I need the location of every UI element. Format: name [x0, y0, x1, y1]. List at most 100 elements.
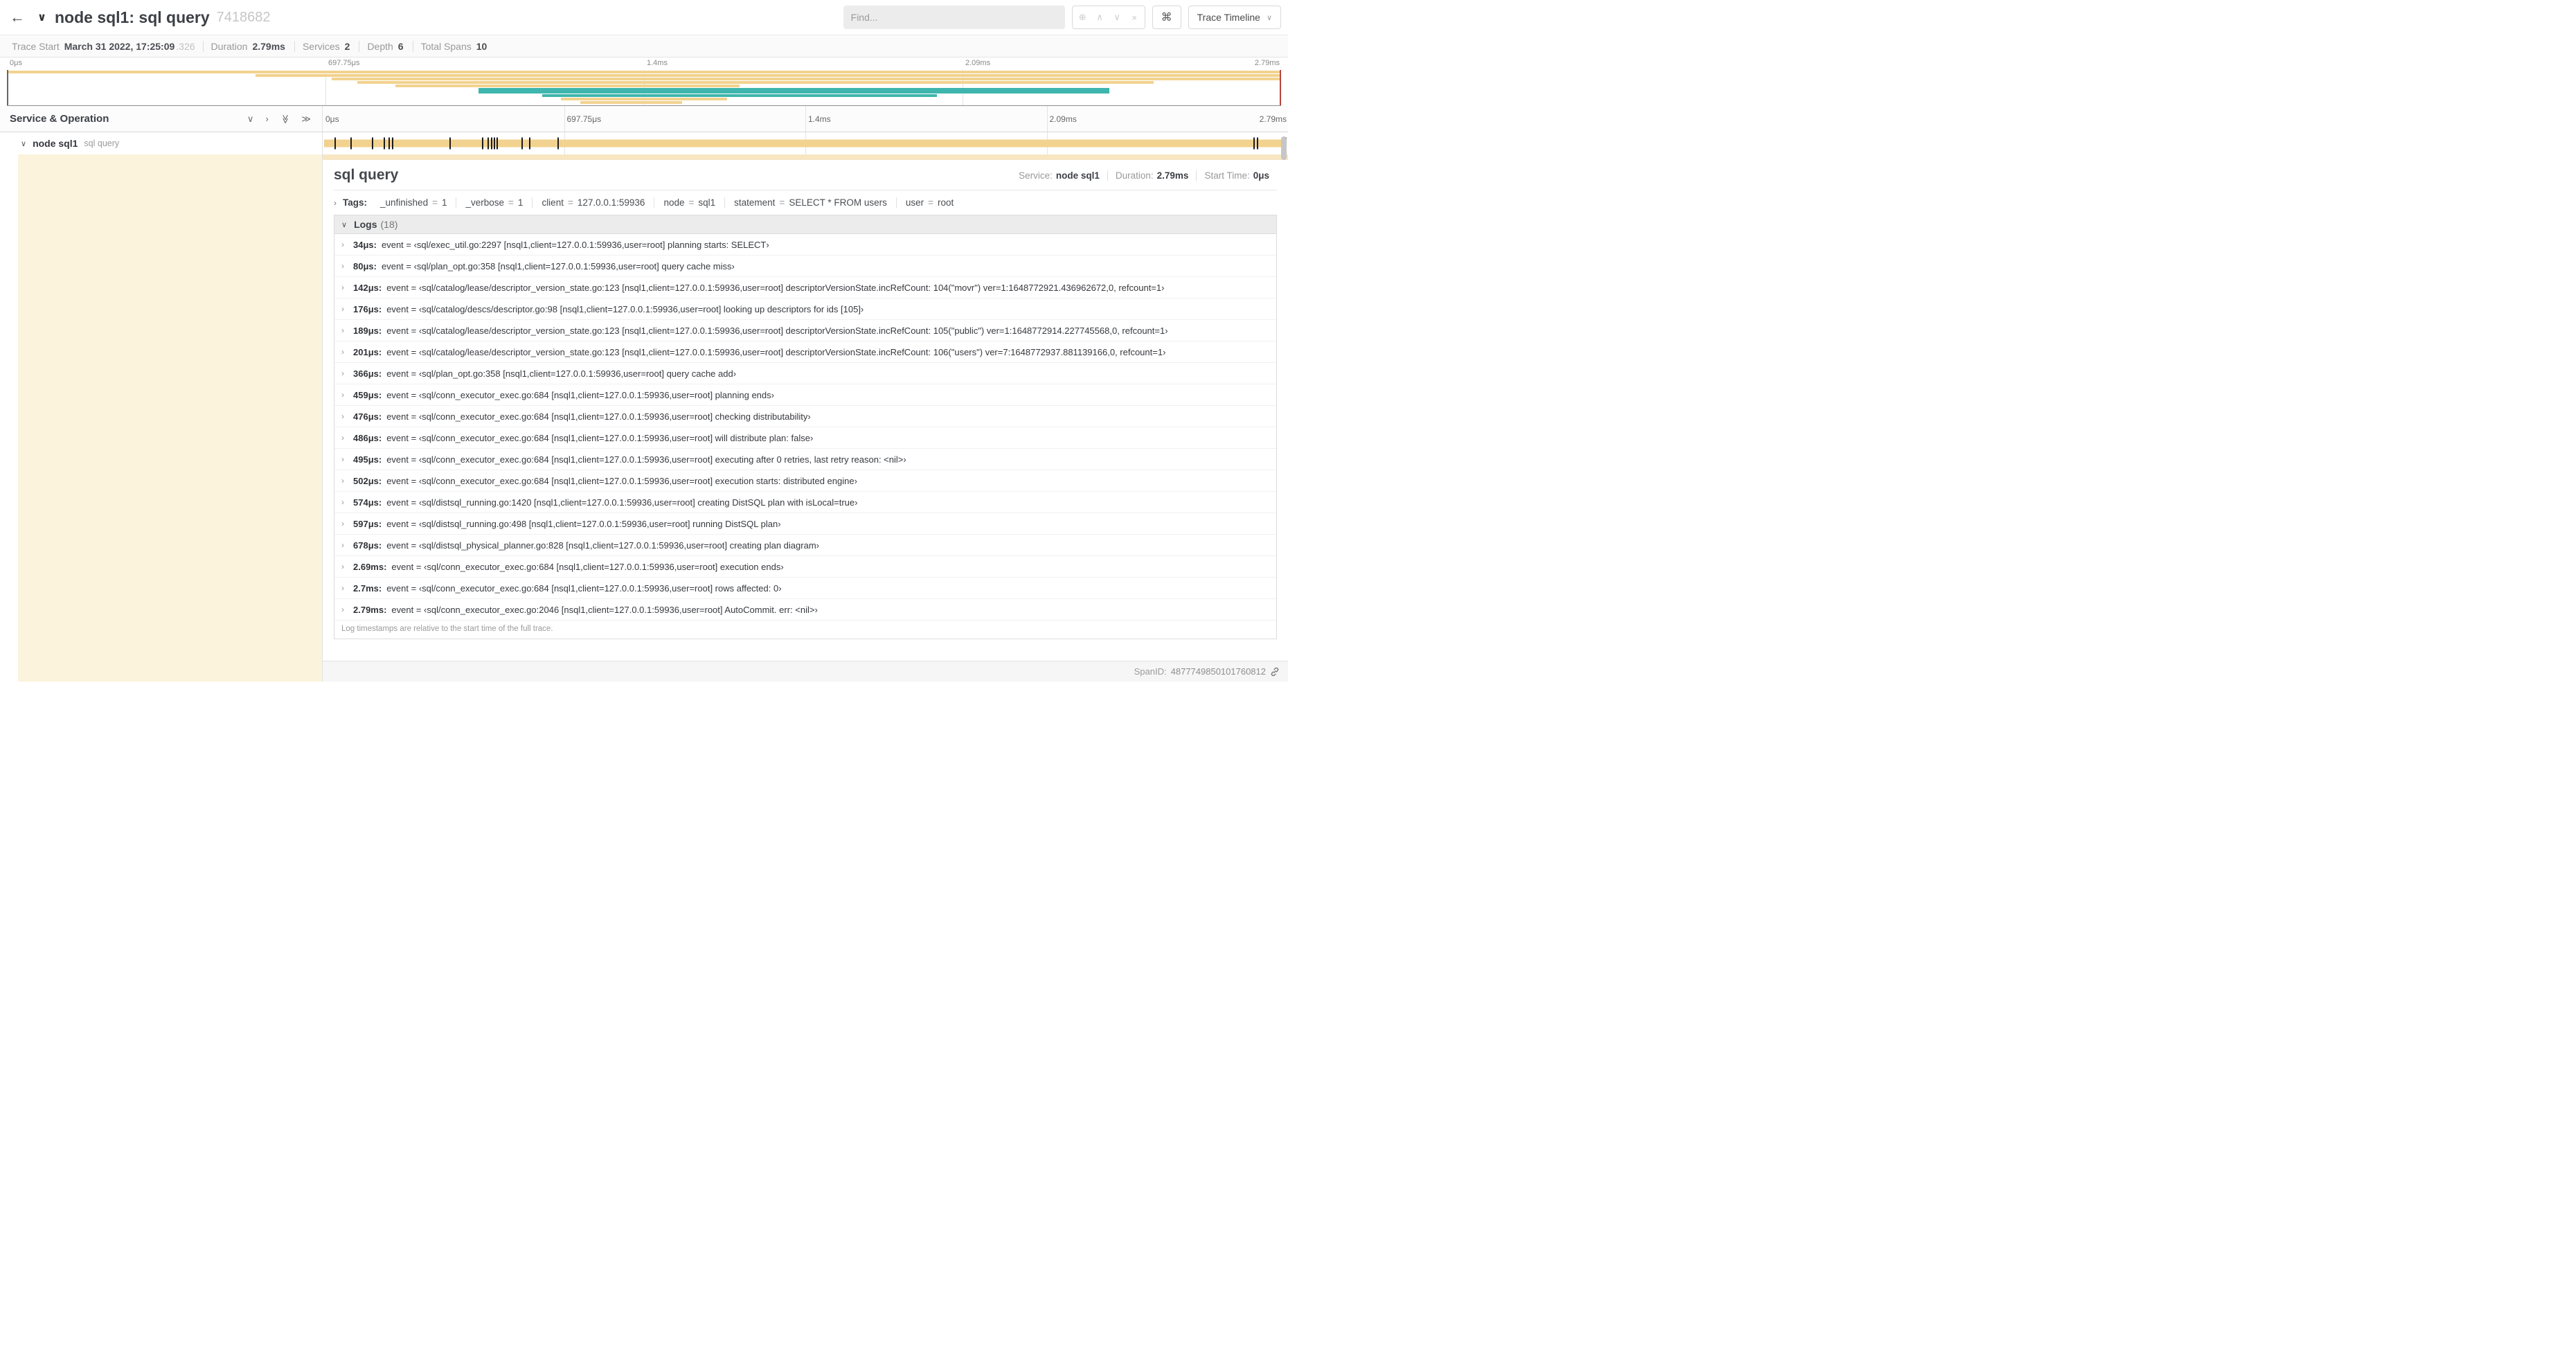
span-row-timeline-cell[interactable]	[323, 132, 1288, 154]
prev-result-icon[interactable]: ∧	[1091, 12, 1109, 23]
clear-search-icon[interactable]: ×	[1126, 12, 1143, 23]
logs-header[interactable]: ∨ Logs (18)	[334, 215, 1276, 234]
summary-label: Depth	[367, 40, 393, 52]
log-event-tick	[1257, 137, 1259, 150]
log-row[interactable]: › 502μs: event = ‹sql/conn_executor_exec…	[334, 470, 1276, 492]
log-row[interactable]: › 486μs: event = ‹sql/conn_executor_exec…	[334, 427, 1276, 449]
log-row[interactable]: › 2.79ms: event = ‹sql/conn_executor_exe…	[334, 599, 1276, 621]
log-message: event = ‹sql/conn_executor_exec.go:684 […	[386, 432, 814, 443]
tag-value: 127.0.0.1:59936	[577, 197, 645, 208]
log-timestamp: 2.69ms:	[353, 561, 387, 572]
tag-key: client	[542, 197, 564, 208]
log-row[interactable]: › 80μs: event = ‹sql/plan_opt.go:358 [ns…	[334, 256, 1276, 277]
vertical-scrollbar-thumb[interactable]	[1281, 136, 1287, 160]
chevron-right-icon: ›	[341, 454, 344, 464]
log-timestamp: 189μs:	[353, 325, 382, 336]
log-event-tick	[1253, 137, 1255, 150]
back-arrow-icon[interactable]: ←	[10, 8, 33, 26]
time-tick-label: 2.79ms	[1254, 59, 1280, 67]
minimap-left-scrubber[interactable]	[7, 70, 8, 105]
log-event-tick	[496, 137, 498, 150]
expand-all-icon[interactable]: ≫	[301, 114, 311, 124]
view-selector-button[interactable]: Trace Timeline ∨	[1188, 6, 1281, 29]
time-tick-label: 0μs	[325, 114, 339, 124]
locate-icon[interactable]: ⊕	[1074, 12, 1091, 23]
log-row[interactable]: › 597μs: event = ‹sql/distsql_running.go…	[334, 513, 1276, 535]
chevron-down-icon[interactable]: ∨	[21, 139, 26, 148]
collapse-all-icon[interactable]: ≫	[280, 114, 291, 124]
tag-equals: =	[567, 197, 573, 208]
chevron-right-icon: ›	[341, 411, 344, 421]
trace-timeline-page: ← ∨ node sql1: sql query 7418682 ⊕∧∨× ⌘ …	[0, 0, 1288, 682]
summary-label: Trace Start	[12, 40, 60, 52]
log-message: event = ‹sql/conn_executor_exec.go:684 […	[391, 561, 784, 572]
tags-accordion[interactable]: › Tags: _unfinished = 1 _verbose = 1 cli…	[334, 197, 1277, 208]
log-event-tick	[490, 137, 492, 150]
find-input[interactable]	[843, 6, 1065, 29]
log-row[interactable]: › 678μs: event = ‹sql/distsql_physical_p…	[334, 535, 1276, 556]
log-row[interactable]: › 574μs: event = ‹sql/distsql_running.go…	[334, 492, 1276, 513]
next-result-icon[interactable]: ∨	[1109, 12, 1126, 23]
trace-summary-bar: Trace Start March 31 2022, 17:25:09 .326…	[0, 35, 1288, 57]
chevron-right-icon: ›	[341, 605, 344, 614]
tag-key: _unfinished	[380, 197, 429, 208]
chevron-right-icon: ›	[341, 583, 344, 593]
span-operation-name: sql query	[84, 139, 120, 148]
tag-equals: =	[779, 197, 785, 208]
span-row-name-cell[interactable]: ∨ node sql1 sql query	[0, 132, 323, 154]
tag-value: root	[938, 197, 954, 208]
span-row[interactable]: ∨ node sql1 sql query	[0, 132, 1288, 154]
log-timestamp: 678μs:	[353, 540, 382, 551]
log-row[interactable]: › 2.69ms: event = ‹sql/conn_executor_exe…	[334, 556, 1276, 578]
summary-label: Duration	[211, 40, 248, 52]
minimap-span	[332, 78, 1281, 80]
log-row[interactable]: › 34μs: event = ‹sql/exec_util.go:2297 […	[334, 234, 1276, 256]
log-row[interactable]: › 2.7ms: event = ‹sql/conn_executor_exec…	[334, 578, 1276, 599]
keyboard-shortcuts-button[interactable]: ⌘	[1152, 6, 1181, 29]
log-message: event = ‹sql/catalog/lease/descriptor_ve…	[386, 325, 1168, 336]
span-meta-value: 2.79ms	[1156, 170, 1189, 181]
minimap-right-scrubber[interactable]	[1280, 70, 1281, 105]
log-event-tick	[334, 137, 336, 150]
log-row[interactable]: › 201μs: event = ‹sql/catalog/lease/desc…	[334, 341, 1276, 363]
chevron-right-icon: ›	[341, 433, 344, 443]
span-color-strip	[18, 154, 322, 682]
chevron-right-icon: ›	[341, 304, 344, 314]
minimap-canvas[interactable]	[7, 70, 1281, 106]
minimap-span	[542, 94, 938, 97]
logs-list: › 34μs: event = ‹sql/exec_util.go:2297 […	[334, 234, 1276, 621]
time-tick-label: 2.79ms	[1259, 114, 1287, 124]
find-controls: ⊕ ∧ ∨ ×	[1071, 6, 1145, 29]
chevron-right-icon: ›	[341, 476, 344, 485]
link-icon[interactable]	[1270, 667, 1280, 677]
span-detail-title: sql query	[334, 167, 399, 183]
collapse-one-icon[interactable]: ∨	[247, 114, 254, 124]
tag-value: 1	[441, 197, 447, 208]
log-row[interactable]: › 459μs: event = ‹sql/conn_executor_exec…	[334, 384, 1276, 406]
log-event-tick	[529, 137, 531, 150]
span-meta-label: Start Time:	[1204, 170, 1250, 181]
log-timestamp: 201μs:	[353, 346, 382, 357]
timeline-main: Service & Operation ∨ › ≫ ≫ 0μs 697.75μs 1.4m…	[0, 106, 1288, 682]
log-message: event = ‹sql/conn_executor_exec.go:684 […	[386, 475, 857, 486]
expand-one-icon[interactable]: ›	[265, 114, 268, 124]
chevron-right-icon: ›	[341, 240, 344, 249]
log-message: event = ‹sql/catalog/lease/descriptor_ve…	[386, 282, 1165, 293]
chevron-right-icon: ›	[341, 540, 344, 550]
log-message: event = ‹sql/conn_executor_exec.go:684 […	[386, 582, 782, 594]
tag-equals: =	[928, 197, 934, 208]
time-tick-label: 2.09ms	[1049, 114, 1077, 124]
log-row[interactable]: › 189μs: event = ‹sql/catalog/lease/desc…	[334, 320, 1276, 341]
time-tick-label: 1.4ms	[808, 114, 831, 124]
collapse-trace-chevron-icon[interactable]: ∨	[37, 10, 46, 24]
time-tick-label: 697.75μs	[566, 114, 602, 124]
tags-label: Tags:	[343, 197, 368, 208]
log-event-tick	[493, 137, 495, 150]
log-row[interactable]: › 366μs: event = ‹sql/plan_opt.go:358 [n…	[334, 363, 1276, 384]
log-row[interactable]: › 495μs: event = ‹sql/conn_executor_exec…	[334, 449, 1276, 470]
chevron-right-icon: ›	[341, 326, 344, 335]
log-row[interactable]: › 476μs: event = ‹sql/conn_executor_exec…	[334, 406, 1276, 427]
log-row[interactable]: › 176μs: event = ‹sql/catalog/descs/desc…	[334, 299, 1276, 320]
log-row[interactable]: › 142μs: event = ‹sql/catalog/lease/desc…	[334, 277, 1276, 299]
chevron-right-icon: ›	[334, 197, 337, 208]
